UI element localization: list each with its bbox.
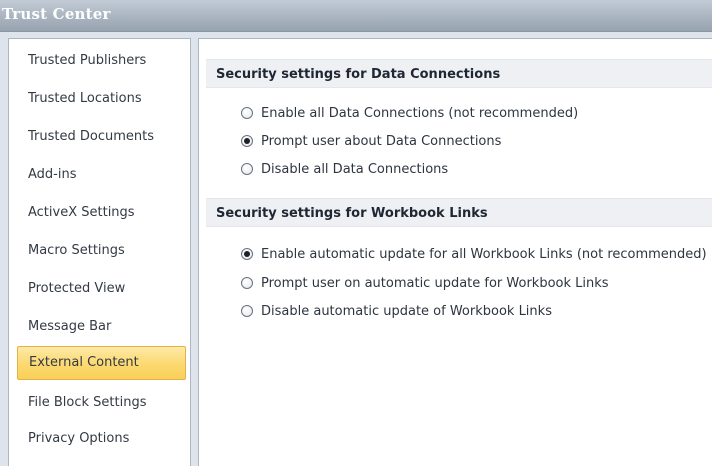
workbook-links-header: Security settings for Workbook Links (206, 198, 712, 227)
sidebar-item-activex-settings[interactable]: ActiveX Settings (17, 196, 186, 230)
radio-label: Disable all Data Connections (261, 162, 449, 177)
settings-panel: Security settings for Data Connections E… (198, 38, 712, 466)
sidebar-item-external-content[interactable]: External Content (17, 346, 186, 380)
radio-button-checked[interactable] (241, 135, 253, 147)
radio-label: Prompt user about Data Connections (261, 134, 502, 149)
sidebar-item-add-ins[interactable]: Add-ins (17, 158, 186, 192)
sidebar-item-protected-view[interactable]: Protected View (17, 272, 186, 306)
radio-button[interactable] (241, 305, 253, 317)
data-connections-header: Security settings for Data Connections (206, 59, 712, 88)
radio-button[interactable] (241, 107, 253, 119)
title-bar[interactable]: Trust Center (0, 0, 712, 32)
radio-label: Enable automatic update for all Workbook… (261, 247, 707, 262)
radio-button-checked[interactable] (241, 248, 253, 260)
window-title: Trust Center (2, 5, 111, 23)
sidebar-item-trusted-documents[interactable]: Trusted Documents (17, 120, 186, 154)
sidebar-item-message-bar[interactable]: Message Bar (17, 310, 186, 344)
radio-label: Disable automatic update of Workbook Lin… (261, 304, 552, 319)
sidebar-item-file-block-settings[interactable]: File Block Settings (17, 386, 186, 420)
radio-label: Prompt user on automatic update for Work… (261, 276, 609, 291)
sidebar: Trusted Publishers Trusted Locations Tru… (8, 38, 191, 466)
radio-label: Enable all Data Connections (not recomme… (261, 106, 579, 121)
sidebar-item-trusted-locations[interactable]: Trusted Locations (17, 82, 186, 116)
sidebar-item-trusted-publishers[interactable]: Trusted Publishers (17, 44, 186, 78)
trust-center-window: Trust Center Trusted Publishers Trusted … (0, 0, 712, 466)
radio-button[interactable] (241, 277, 253, 289)
sidebar-item-macro-settings[interactable]: Macro Settings (17, 234, 186, 268)
sidebar-item-privacy-options[interactable]: Privacy Options (17, 422, 186, 456)
radio-button[interactable] (241, 163, 253, 175)
